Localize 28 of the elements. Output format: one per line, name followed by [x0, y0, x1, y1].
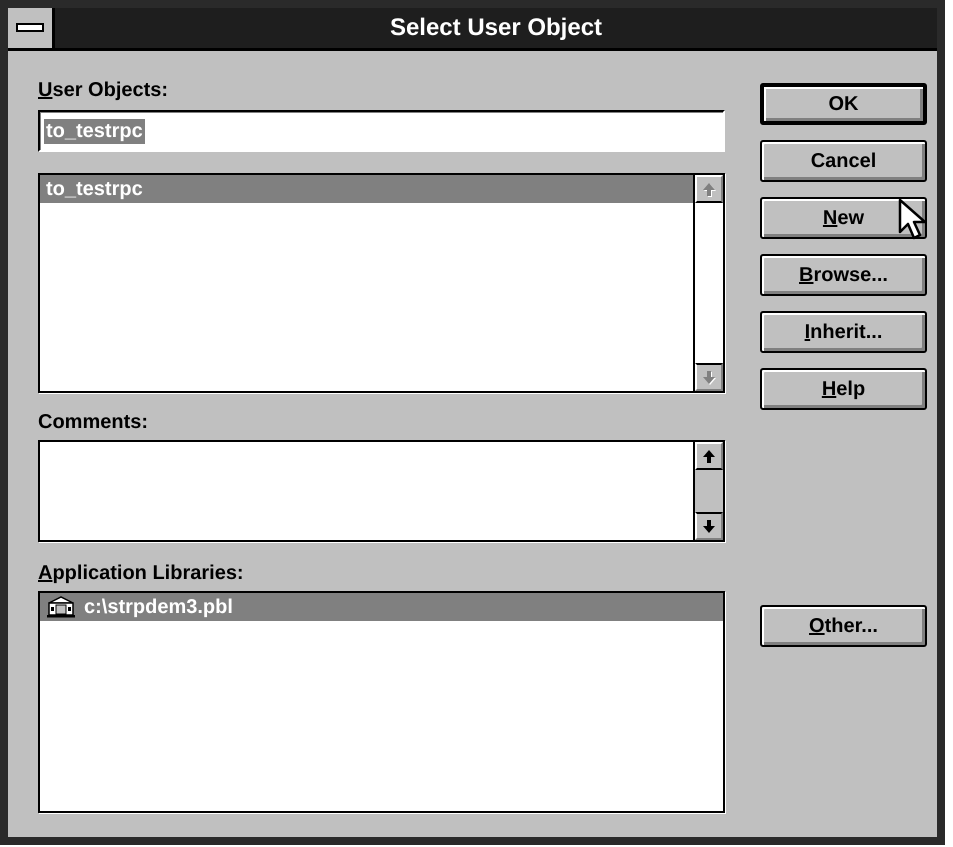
dialog-button[interactable]: Browse... [760, 254, 927, 296]
dialog-button[interactable]: Help [760, 368, 927, 410]
list-item[interactable]: c:\strpdem3.pbl [40, 593, 723, 621]
arrow-down-icon [702, 370, 716, 384]
list-box[interactable]: c:\strpdem3.pbl [38, 591, 725, 813]
field-label: Application Libraries: [38, 562, 244, 585]
window-title: Select User Object [388, 14, 604, 42]
scroll-up-button[interactable] [695, 442, 723, 470]
dialog-button[interactable]: Other... [760, 605, 927, 647]
system-menu-button[interactable] [8, 8, 55, 48]
arrow-up-icon [702, 448, 716, 464]
list-box[interactable]: to_testrpc [38, 173, 725, 393]
comments-field[interactable] [38, 440, 725, 542]
dialog-button[interactable]: Inherit... [760, 311, 927, 353]
dash-icon [16, 23, 44, 33]
arrow-up-icon [702, 182, 716, 196]
scroll-down-button[interactable] [695, 512, 723, 540]
dialog-button[interactable]: New [760, 197, 927, 239]
list-item-text: c:\strpdem3.pbl [84, 596, 233, 618]
library-icon [46, 596, 76, 618]
mouse-pointer-icon [898, 198, 928, 242]
dialog-button[interactable]: OK [760, 83, 927, 125]
field-label: User Objects: [38, 79, 168, 102]
dialog-button[interactable]: Cancel [760, 140, 927, 182]
field-label: Comments: [38, 411, 148, 434]
arrow-down-icon [702, 518, 716, 534]
list-item[interactable]: to_testrpc [40, 175, 693, 203]
input-field[interactable]: to_testrpc [38, 110, 725, 152]
